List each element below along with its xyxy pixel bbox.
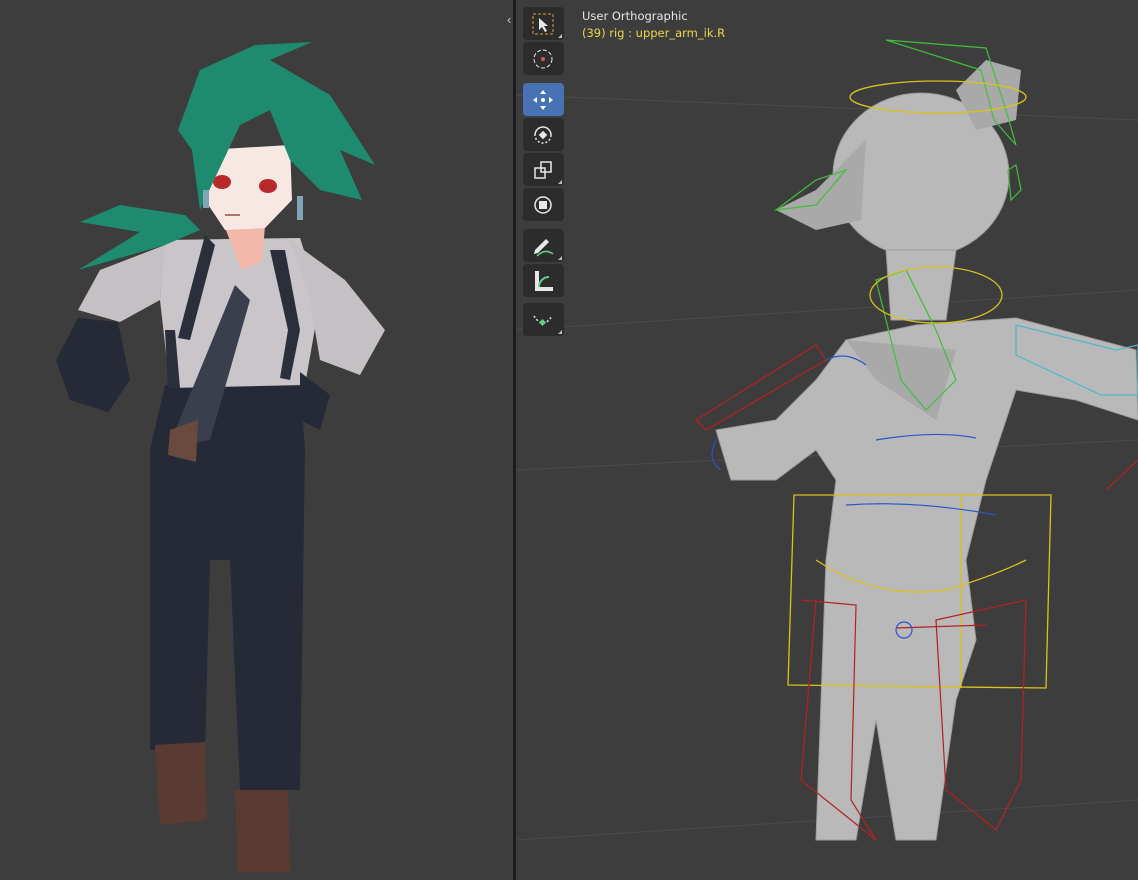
rig-model — [516, 39, 1138, 841]
rotate-icon — [534, 126, 552, 144]
chevron-left-icon[interactable]: ‹ — [504, 12, 514, 28]
transform-tool[interactable] — [523, 188, 564, 221]
ruler-icon — [535, 271, 553, 291]
viewport-info: User Orthographic (39) rig : upper_arm_i… — [582, 8, 725, 42]
scale-icon — [534, 161, 552, 179]
transform-icon — [534, 196, 552, 214]
annotate-tool[interactable] — [523, 229, 564, 262]
cursor-icon — [533, 49, 553, 69]
active-object-info: (39) rig : upper_arm_ik.R — [582, 26, 726, 40]
roll-tool[interactable] — [523, 303, 564, 336]
move-icon — [533, 90, 553, 110]
right-viewport[interactable] — [516, 0, 1138, 880]
measure-tool[interactable] — [523, 264, 564, 297]
scale-tool[interactable] — [523, 153, 564, 186]
rendered-character — [56, 42, 385, 872]
left-viewport[interactable] — [0, 0, 513, 880]
select-box-icon — [532, 13, 554, 35]
move-tool[interactable] — [523, 83, 564, 116]
view-name: User Orthographic — [582, 9, 688, 23]
curve-icon — [533, 315, 553, 327]
select-box-tool[interactable] — [523, 7, 564, 40]
rotate-tool[interactable] — [523, 118, 564, 151]
cursor-tool[interactable] — [523, 42, 564, 75]
pencil-icon — [534, 239, 554, 257]
